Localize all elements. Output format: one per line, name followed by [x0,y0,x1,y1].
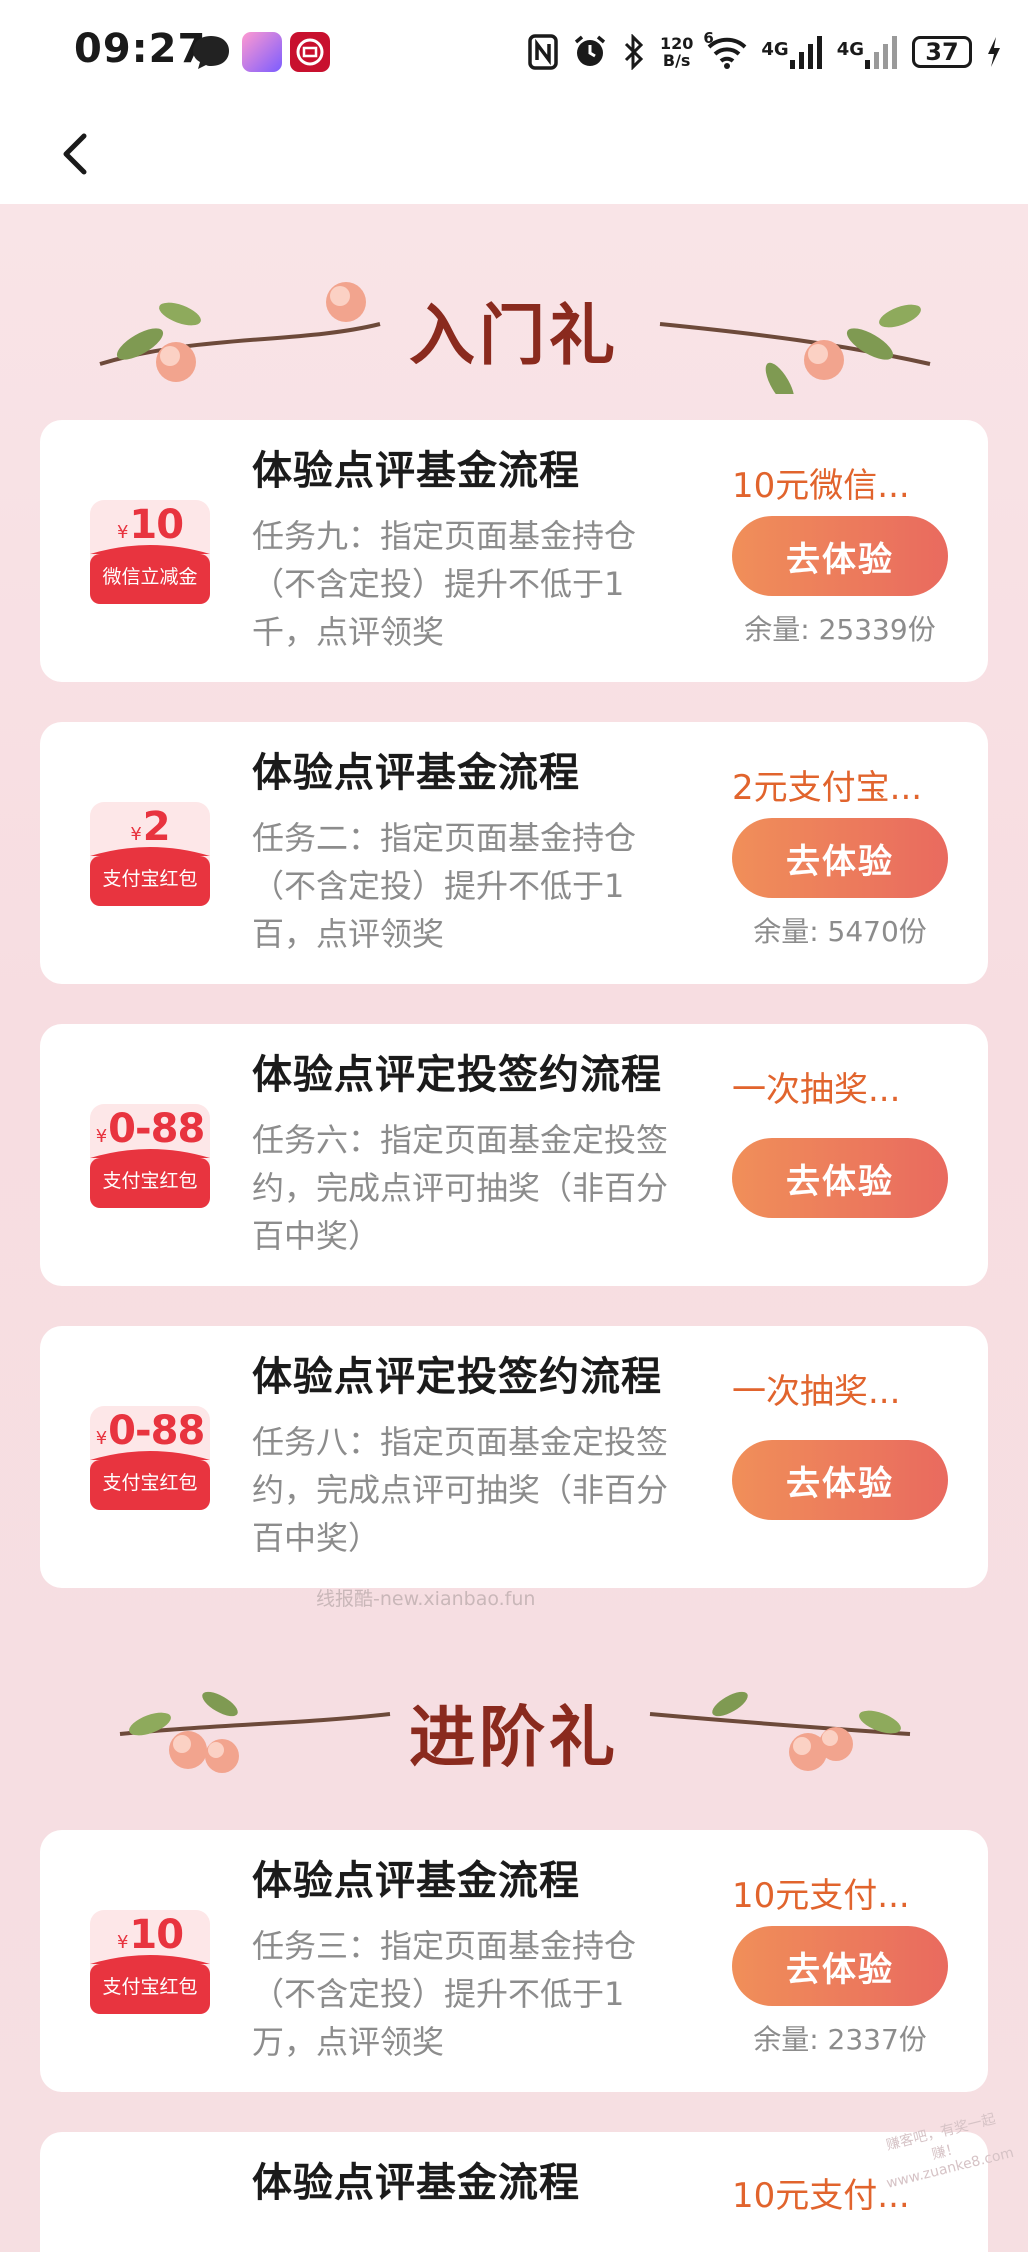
coupon-amount: ¥10 [116,502,184,548]
coupon-badge: ¥10 支付宝红包 [88,1906,212,2018]
coupon-label: 支付宝红包 [102,1976,198,1998]
task-description: 任务八：指定页面基金定投签约，完成点评可抽奖（非百分百中奖） [252,1423,669,1557]
coupon-badge: ¥0-88 支付宝红包 [88,1402,212,1514]
try-button[interactable]: 去体验 [732,516,948,596]
try-button[interactable]: 去体验 [732,1440,948,1520]
coupon-label: 支付宝红包 [102,1170,198,1192]
stock-remaining: 余量: 2337份 [753,2023,927,2056]
task-title: 体验点评定投签约流程 [252,1052,662,1098]
task-card: ¥2 支付宝红包 体验点评基金流程 任务二：指定页面基金持仓（不含定投）提升不低… [40,722,988,984]
section-banner-beginner: 入门礼 [0,244,1028,394]
top-nav-bar [0,108,1028,204]
task-title: 体验点评基金流程 [252,448,580,494]
try-button[interactable]: 去体验 [732,1138,948,1218]
task-title: 体验点评基金流程 [252,2160,580,2206]
coupon-label: 支付宝红包 [102,868,198,890]
signal-sim1: 4G [761,34,822,70]
task-description: 任务六：指定页面基金定投签约，完成点评可抽奖（非百分百中奖） [252,1121,669,1255]
task-title: 体验点评基金流程 [252,1858,580,1904]
coupon-amount: ¥10 [116,1912,184,1958]
back-button[interactable] [50,118,110,188]
signal-bars-weak-icon [865,36,897,69]
chat-bubble-icon [193,36,229,69]
bank-app-icon [290,32,330,72]
charging-icon [988,37,1000,67]
reward-text: 10元支付... [732,1876,910,1916]
task-card: 体验点评基金流程 10元支付... [40,2132,988,2252]
task-description: 任务三：指定页面基金持仓（不含定投）提升不低于1万，点评领奖 [252,1927,637,2061]
battery-icon: 37 [912,36,972,68]
coupon-badge: ¥10 微信立减金 [88,496,212,608]
reward-text: 一次抽奖... [732,1372,901,1412]
signal-sim2: 4G [837,34,898,70]
try-button[interactable]: 去体验 [732,1926,948,2006]
section-title: 进阶礼 [409,1698,619,1776]
reward-text: 一次抽奖... [732,1070,901,1110]
task-title: 体验点评基金流程 [252,750,580,796]
status-icons: 120 B/s 6 4G 4G 37 [528,28,1002,76]
task-card: ¥0-88 支付宝红包 体验点评定投签约流程 任务八：指定页面基金定投签约，完成… [40,1326,988,1588]
chevron-left-icon [63,133,87,175]
task-card: ¥10 支付宝红包 体验点评基金流程 任务三：指定页面基金持仓（不含定投）提升不… [40,1830,988,2092]
stock-remaining: 余量: 25339份 [744,613,936,646]
status-time: 09:27 [74,26,207,72]
task-card: ¥0-88 支付宝红包 体验点评定投签约流程 任务六：指定页面基金定投签约，完成… [40,1024,988,1286]
coupon-badge: ¥2 支付宝红包 [88,798,212,910]
coupon-badge: ¥0-88 支付宝红包 [88,1100,212,1212]
wifi-indicator: 6 [703,29,747,69]
section-banner-advanced: 进阶礼 [0,1644,1028,1794]
task-list-page: 入门礼 ¥10 微信立减金 体验点评基金流程 任务九：指定页面基金持仓（不含定投… [0,204,1028,2252]
coupon-amount: ¥0-88 [95,1106,206,1152]
coupon-amount: ¥2 [130,804,170,850]
task-description: 任务九：指定页面基金持仓（不含定投）提升不低于1千，点评领奖 [252,517,637,651]
status-bar: 09:27 120 B/s 6 4G 4G 37 [0,0,1028,108]
try-button[interactable]: 去体验 [732,818,948,898]
coupon-label: 支付宝红包 [102,1472,198,1494]
signal-bars-icon [789,36,822,69]
task-title: 体验点评定投签约流程 [252,1354,662,1400]
section-title: 入门礼 [409,296,619,374]
shopping-app-icon [242,32,282,72]
nfc-icon [528,34,558,70]
coupon-amount: ¥0-88 [95,1408,206,1454]
watermark-text: 线报酷-new.xianbao.fun [316,1588,536,1610]
reward-text: 10元微信... [732,466,910,506]
bluetooth-icon [624,34,644,70]
stock-remaining: 余量: 5470份 [753,915,927,948]
reward-text: 2元支付宝... [732,768,923,808]
coupon-label: 微信立减金 [102,566,198,588]
task-description: 任务二：指定页面基金持仓（不含定投）提升不低于1百，点评领奖 [252,819,637,953]
alarm-icon [574,35,606,66]
task-card: ¥10 微信立减金 体验点评基金流程 任务九：指定页面基金持仓（不含定投）提升不… [40,420,988,682]
network-speed: 120 B/s [659,34,694,70]
